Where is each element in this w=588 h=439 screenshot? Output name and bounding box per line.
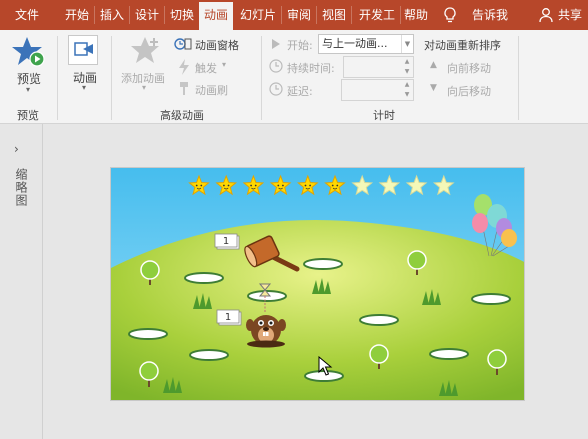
- delay-input[interactable]: ▲ ▼: [341, 79, 414, 101]
- lightbulb-icon[interactable]: [443, 7, 457, 23]
- star-eye: [277, 184, 280, 187]
- tab-developer[interactable]: 开发工具: [354, 0, 400, 30]
- tab-review[interactable]: 审阅: [284, 0, 314, 30]
- star-eye: [304, 184, 307, 187]
- group-separator: [57, 36, 58, 120]
- star-eye: [227, 184, 230, 187]
- preview-dropdown-icon[interactable]: ▾: [26, 85, 30, 94]
- star-eye: [254, 184, 257, 187]
- trigger-dropdown-icon[interactable]: ▾: [222, 60, 226, 69]
- group-label-preview: 预览: [17, 109, 39, 122]
- star-eye: [223, 184, 225, 187]
- add-animation-dropdown-icon[interactable]: ▾: [142, 83, 146, 92]
- tab-separator: [94, 6, 95, 24]
- star-eye: [282, 184, 284, 187]
- animation-painter-icon: [180, 82, 188, 95]
- star-eye: [331, 184, 334, 187]
- tab-separator: [400, 6, 401, 24]
- add-animation-icon: [131, 37, 159, 63]
- preview-star-icon[interactable]: [12, 36, 46, 68]
- group-separator: [111, 36, 112, 120]
- animation-tag-number: 1: [225, 312, 231, 323]
- start-dropdown-value: 与上一动画...: [322, 37, 388, 50]
- animation-styles-gallery[interactable]: [68, 35, 98, 65]
- animation-effect-icon: [74, 42, 93, 56]
- spin-down-icon[interactable]: ▼: [402, 68, 412, 76]
- move-later-button[interactable]: 向后移动: [447, 83, 491, 99]
- animation-dropdown-icon[interactable]: ▾: [82, 83, 86, 92]
- delay-label: 延迟:: [287, 85, 313, 98]
- animation-pane-button[interactable]: 动画窗格: [195, 37, 239, 53]
- spin-down-icon[interactable]: ▼: [402, 91, 412, 99]
- spin-up-icon[interactable]: ▲: [402, 81, 412, 89]
- thumbnail-pane: › 缩略图: [0, 124, 43, 439]
- star-eye: [250, 184, 253, 187]
- group-separator: [261, 36, 262, 120]
- tab-separator: [281, 6, 282, 24]
- tab-insert[interactable]: 插入: [97, 0, 127, 30]
- tab-file[interactable]: 文件: [0, 0, 54, 30]
- star-eye: [200, 184, 203, 187]
- tab-design[interactable]: 设计: [132, 0, 162, 30]
- trigger-button[interactable]: 触发: [195, 60, 217, 76]
- tab-home[interactable]: 开始: [62, 0, 92, 30]
- tab-transitions[interactable]: 切换: [167, 0, 197, 30]
- user-icon[interactable]: [539, 7, 553, 23]
- group-label-timing: 计时: [373, 109, 395, 122]
- animations-ribbon: 预览 ▾ 预览 动画 ▾ 添加动画 ▾ 动画窗格 触发 ▾ 动画刷 高级动画 开…: [0, 30, 588, 124]
- move-earlier-icon: ▲: [430, 60, 437, 70]
- tab-separator: [129, 6, 130, 24]
- star-eye: [195, 184, 198, 187]
- duration-label: 持续时间:: [287, 62, 335, 75]
- tab-separator: [351, 6, 352, 24]
- tab-help[interactable]: 帮助: [402, 0, 430, 30]
- mouse-cursor-icon: [318, 356, 333, 376]
- ribbon-tab-bar: 文件 开始 插入 设计 切换 动画 幻灯片放 审阅 视图 开发工具 帮助 告诉我…: [0, 0, 588, 30]
- animation-painter-button[interactable]: 动画刷: [195, 82, 228, 98]
- start-dropdown[interactable]: 与上一动画... ▼: [318, 34, 414, 54]
- group-separator: [518, 36, 519, 120]
- star-eye: [336, 184, 339, 187]
- animation-order-tag: 1: [216, 309, 242, 326]
- spin-up-icon[interactable]: ▲: [402, 58, 412, 66]
- animation-pane-icon: [174, 38, 192, 50]
- animation-order-tag: 1: [214, 233, 240, 250]
- tab-animations[interactable]: 动画: [199, 2, 233, 30]
- tab-separator: [164, 6, 165, 24]
- tab-separator: [316, 6, 317, 24]
- group-label-advanced-animation: 高级动画: [160, 109, 204, 122]
- chevron-down-icon[interactable]: ▼: [401, 35, 413, 53]
- animation-tag-number: 1: [223, 236, 229, 247]
- reorder-title: 对动画重新排序: [424, 39, 501, 52]
- tell-me-search[interactable]: 告诉我: [466, 0, 514, 30]
- mole-sprite: [246, 315, 286, 348]
- move-later-icon: ▼: [430, 83, 437, 93]
- move-earlier-button[interactable]: 向前移动: [447, 60, 491, 76]
- start-label: 开始:: [287, 39, 313, 52]
- thumbnail-pane-label[interactable]: 缩略图: [13, 168, 30, 207]
- tab-slideshow[interactable]: 幻灯片放: [236, 0, 280, 30]
- trigger-icon: [179, 59, 189, 75]
- delay-clock-icon: [269, 82, 283, 96]
- tab-view[interactable]: 视图: [319, 0, 349, 30]
- expand-pane-chevron-icon[interactable]: ›: [14, 142, 19, 156]
- duration-clock-icon: [269, 59, 283, 73]
- duration-input[interactable]: ▲ ▼: [343, 56, 414, 78]
- star-eye: [309, 184, 311, 187]
- share-button[interactable]: 共享: [555, 0, 585, 30]
- start-play-icon: [272, 39, 280, 49]
